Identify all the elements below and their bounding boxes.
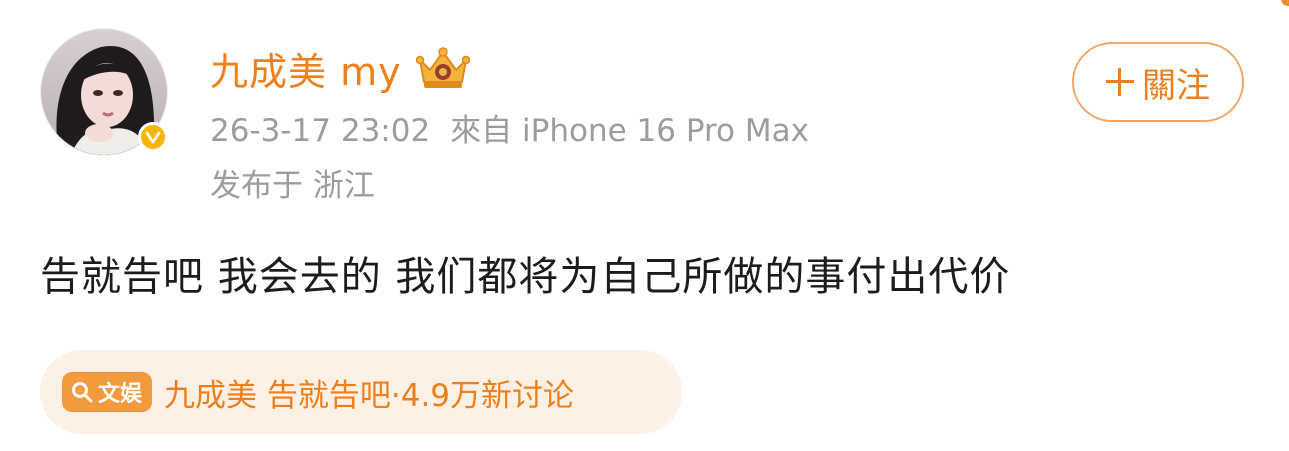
topic-tag-label: 文娱: [98, 382, 143, 407]
post-location: 发布于 浙江: [210, 168, 375, 204]
post-meta: 26-3-17 23:02 來自 iPhone 16 Pro Max: [210, 105, 809, 150]
topic-chip[interactable]: 文娱 九成美 告就告吧 ·4.9万新讨论: [40, 350, 682, 434]
post-timestamp: 26-3-17 23:02: [210, 113, 431, 149]
username[interactable]: 九成美 my: [210, 41, 402, 96]
weibo-post-card: 九成美 my 26-3-17 23:02 來自 iPhone 16 Pro Max…: [0, 0, 1289, 451]
follow-button[interactable]: 關注: [1072, 42, 1244, 122]
topic-stats: ·4.9万新讨论: [390, 377, 575, 414]
topic-title: 九成美 告就告吧: [164, 377, 391, 414]
search-icon: [72, 382, 93, 403]
crown-icon[interactable]: [415, 46, 470, 90]
username-row: 九成美 my: [210, 40, 470, 96]
follow-label: 關注: [1142, 65, 1210, 106]
topic-tag: 文娱: [62, 372, 153, 412]
corner-accent: [1281, 0, 1289, 6]
post-source: 來自 iPhone 16 Pro Max: [450, 113, 809, 149]
verified-badge-icon: [138, 122, 168, 152]
avatar[interactable]: [40, 28, 168, 156]
post-content: 告就告吧 我会去的 我们都将为自己所做的事付出代价: [40, 254, 1011, 300]
plus-icon: [1106, 68, 1134, 96]
